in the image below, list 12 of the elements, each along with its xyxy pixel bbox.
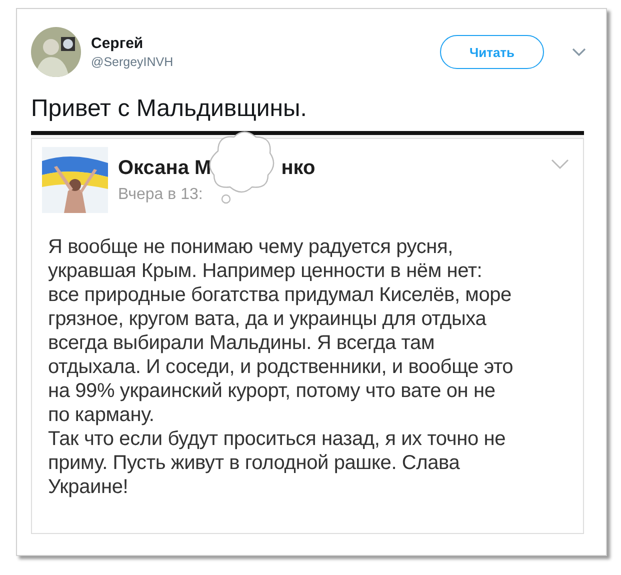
post-author-name: нко xyxy=(281,156,316,180)
chevron-down-icon xyxy=(551,159,569,170)
follow-button[interactable]: Читать xyxy=(440,35,544,69)
post-time: Вчера в 13: xyxy=(118,186,204,204)
post-author-name: Оксана М xyxy=(118,156,212,180)
post-text: Так что если будут проситься назад, я их точно не приму. Пусть живут в голодной рашке. Слава Украине! xyxy=(48,427,507,499)
chevron-down-icon[interactable] xyxy=(572,47,586,57)
tweet-text: Привет с Мальдивщины. xyxy=(31,95,308,123)
author-name[interactable]: Сергей xyxy=(91,35,430,52)
author-handle[interactable]: @SergeyINVH xyxy=(91,55,430,69)
avatar[interactable] xyxy=(31,27,81,77)
post-text: Я вообще не понимаю чему радуется русня, укравшая Крым. Например ценности в нём нет: все природные богатства придумал Киселёв, море грязное, кругом вата, да и украинцы для отдыха всегда выбирали Мальдины. Я всегда там отдыхала. И соседи, и родственники, и вообще это на 99% украинский курорт, потому что вате он не по карману. xyxy=(48,235,514,427)
